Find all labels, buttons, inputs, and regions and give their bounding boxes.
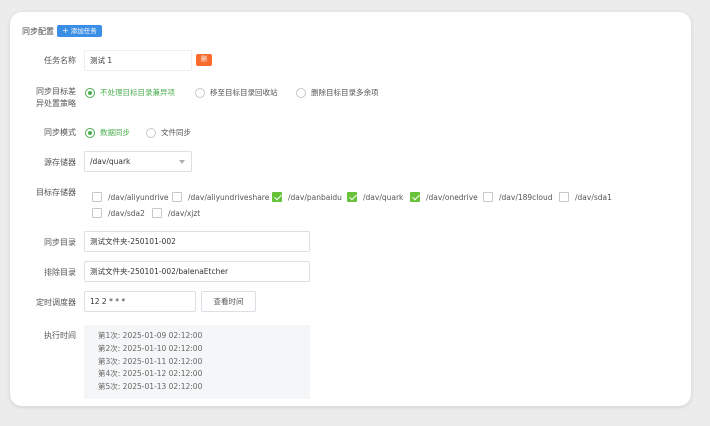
- target-checkbox-label: /dav/xjzt: [168, 208, 201, 218]
- target-checkbox-label: /dav/aliyundriveshare: [188, 192, 270, 202]
- sync-mode-label: 同步模式: [44, 128, 76, 137]
- target-checkbox-aliyundrive[interactable]: /dav/aliyundrive: [92, 192, 169, 202]
- exec-time-item: 第4次: 2025-01-12 02:12:00: [98, 369, 203, 379]
- target-checkbox-label: /dav/sda1: [575, 192, 612, 202]
- strategy-label-line2: 异处置策略: [36, 99, 76, 108]
- sync-mode-file[interactable]: 文件同步: [146, 127, 191, 138]
- panel-title: 同步配置: [22, 27, 54, 36]
- exec-time-item: 第3次: 2025-01-11 02:12:00: [98, 356, 203, 366]
- delete-task-button[interactable]: 删: [196, 54, 212, 66]
- checkbox-box: [152, 208, 162, 218]
- radio-circle: [296, 87, 306, 98]
- sync-dir-label: 同步目录: [44, 238, 76, 247]
- checkbox-box: [410, 192, 420, 202]
- target-checkbox-label: /dav/189cloud: [499, 192, 553, 202]
- checkbox-box: [559, 192, 569, 202]
- task-name-input[interactable]: 测试 1: [84, 50, 192, 71]
- sync-mode-data[interactable]: 数据同步: [85, 127, 130, 138]
- exclude-dir-label: 排除目录: [44, 268, 76, 277]
- target-checkbox-aliyundriveshare[interactable]: /dav/aliyundriveshare: [172, 192, 269, 202]
- checkbox-box: [347, 192, 357, 202]
- add-task-button[interactable]: + 添加任务: [57, 25, 102, 37]
- radio-circle: [85, 127, 95, 138]
- checkbox-box: [92, 208, 102, 218]
- strategy-option-label: 删除目标目录多余项: [311, 88, 379, 97]
- strategy-option-delete[interactable]: 删除目标目录多余项: [296, 87, 379, 98]
- strategy-label-line1: 同步目标差: [36, 87, 76, 96]
- target-checkbox-quark[interactable]: /dav/quark: [347, 192, 403, 202]
- radio-circle: [146, 127, 156, 138]
- checkbox-box: [92, 192, 102, 202]
- target-label: 目标存储器: [36, 188, 76, 197]
- view-time-button[interactable]: 查看时间: [201, 291, 256, 312]
- target-checkbox-onedrive[interactable]: /dav/onedrive: [410, 192, 478, 202]
- sync-config-panel: 同步配置 + 添加任务 任务名称 测试 1 删 同步目标差 异处置策略 不处理目标…: [10, 12, 691, 406]
- exec-time-list: 第1次: 2025-01-09 02:12:00 第2次: 2025-01-10…: [84, 325, 310, 399]
- target-checkbox-189cloud[interactable]: /dav/189cloud: [483, 192, 552, 202]
- chevron-down-icon: [179, 160, 185, 164]
- radio-circle: [85, 87, 95, 98]
- plus-icon: +: [62, 26, 69, 35]
- target-checkbox-label: /dav/quark: [363, 192, 404, 202]
- strategy-option-recycle[interactable]: 移至目标目录回收站: [195, 87, 278, 98]
- exec-time-label: 执行时间: [44, 331, 76, 340]
- target-checkbox-sda2[interactable]: /dav/sda2: [92, 208, 145, 218]
- exec-time-item: 第5次: 2025-01-13 02:12:00: [98, 382, 203, 392]
- checkbox-box: [483, 192, 493, 202]
- target-checkbox-label: /dav/sda2: [108, 208, 145, 218]
- source-select-value: /dav/quark: [90, 157, 131, 166]
- strategy-option-ignore[interactable]: 不处理目标目录兼异项: [85, 87, 175, 98]
- strategy-option-label: 不处理目标目录兼异项: [100, 88, 175, 97]
- target-checkbox-sda1[interactable]: /dav/sda1: [559, 192, 612, 202]
- add-task-label: 添加任务: [70, 27, 97, 35]
- sync-dir-input[interactable]: 测试文件夹-250101-002: [84, 231, 310, 252]
- source-label: 源存储器: [44, 158, 76, 167]
- scheduler-label: 定时调度器: [36, 298, 76, 307]
- target-checkbox-panbaidu[interactable]: /dav/panbaidu: [272, 192, 342, 202]
- task-name-label: 任务名称: [44, 56, 76, 65]
- target-checkbox-label: /dav/onedrive: [426, 192, 478, 202]
- target-checkbox-xjzt[interactable]: /dav/xjzt: [152, 208, 200, 218]
- exec-time-item: 第2次: 2025-01-10 02:12:00: [98, 343, 203, 353]
- target-checkbox-label: /dav/aliyundrive: [108, 192, 169, 202]
- cron-input[interactable]: 12 2 * * *: [84, 291, 196, 312]
- exec-time-item: 第1次: 2025-01-09 02:12:00: [98, 331, 203, 340]
- sync-mode-option-label: 文件同步: [161, 128, 191, 137]
- checkbox-box: [172, 192, 182, 202]
- strategy-option-label: 移至目标目录回收站: [210, 88, 278, 97]
- sync-mode-option-label: 数据同步: [100, 128, 130, 137]
- target-checkbox-label: /dav/panbaidu: [288, 192, 342, 202]
- source-select[interactable]: /dav/quark: [84, 151, 192, 172]
- exclude-dir-input[interactable]: 测试文件夹-250101-002/balenaEtcher: [84, 261, 310, 282]
- radio-circle: [195, 87, 205, 98]
- checkbox-box: [272, 192, 282, 202]
